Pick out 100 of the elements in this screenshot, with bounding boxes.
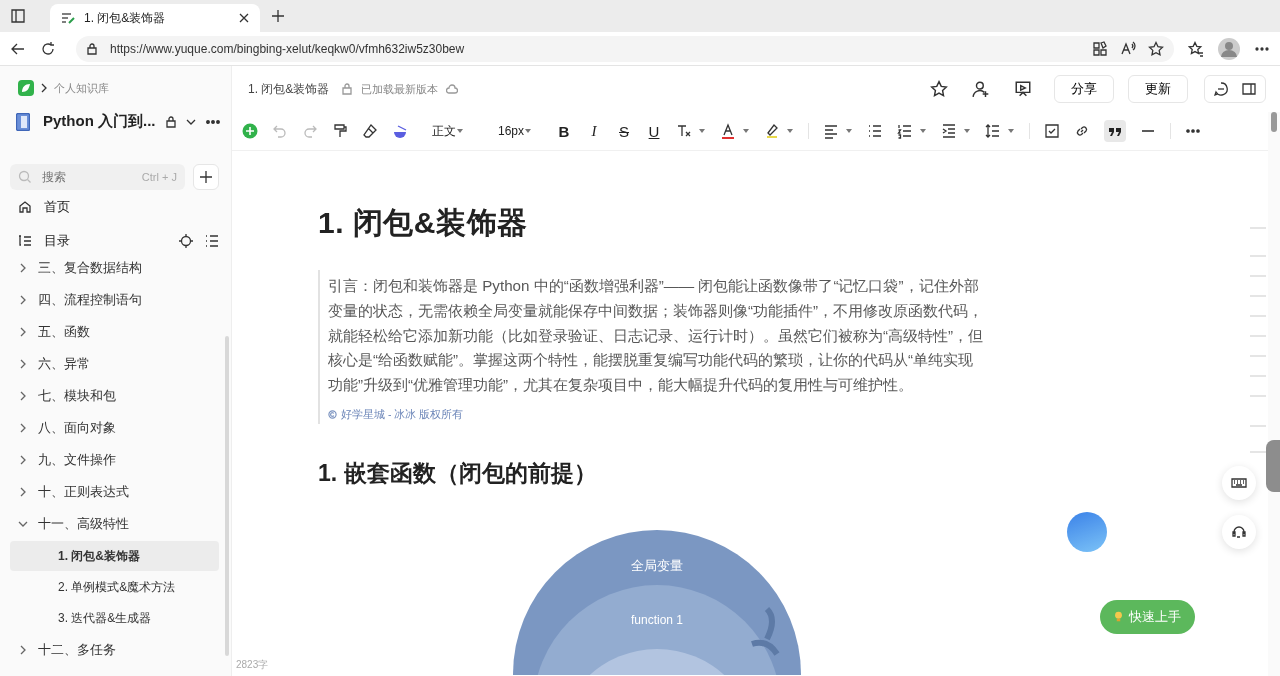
chevron-right-icon[interactable] xyxy=(18,645,28,655)
tree-item[interactable]: 十一、高级特性 xyxy=(10,508,219,540)
chevron-down-icon[interactable] xyxy=(18,519,28,529)
plus-icon xyxy=(199,170,213,184)
chevron-right-icon[interactable] xyxy=(18,359,28,369)
chevron-right-icon[interactable] xyxy=(18,295,28,305)
address-field[interactable]: https://www.yuque.com/bingbing-xelut/keqkw0/vfmh632iw5z30bew xyxy=(76,35,1174,62)
lock-icon xyxy=(86,42,98,55)
format-button[interactable]: S xyxy=(616,122,633,140)
copyright-caption: 好学星城 - 冰冰 版权所有 xyxy=(341,408,464,422)
outline-list-icon xyxy=(18,234,32,248)
intro-paragraph: 引言：闭包和装饰器是 Python 中的“函数增强利器”—— 闭包能让函数像带了“记忆口袋”，记住外部变量的状态，无需依赖全局变量就能保存中间数据；装饰器则像“功能插件”，不用修改原函数代码，就能轻松给它添加新功能（比如登录验证、日志记录、运行计时）。虽然它们被称为“高级特性”，但核心是“给函数赋能”。掌握这两个特性，能摆脱重复编写功能代码的繁琐，让你的代码从“单纯实现功能”升级到“优雅管理功能”，尤其在复杂项目中，能大幅提升代码的复用性与可维护性。 xyxy=(328,276,985,396)
browser-tab[interactable]: 1. 闭包&装饰器 xyxy=(50,4,260,32)
chevron-right-icon[interactable] xyxy=(18,391,28,401)
caret-icon xyxy=(456,127,464,135)
profile-avatar-icon[interactable] xyxy=(1218,37,1240,60)
home-icon xyxy=(18,200,32,214)
leaf-logo-icon xyxy=(18,80,34,96)
quote-button[interactable] xyxy=(1104,120,1127,142)
document-title: 1. 闭包&装饰器 xyxy=(248,80,330,98)
keyboard-shortcuts-button[interactable] xyxy=(1222,466,1256,500)
caret-icon xyxy=(524,127,533,135)
caret-icon[interactable] xyxy=(698,127,707,135)
insert-plus-icon[interactable] xyxy=(242,123,258,139)
support-button[interactable] xyxy=(1222,515,1256,549)
assistant-orb[interactable] xyxy=(1067,512,1107,552)
apps-icon[interactable] xyxy=(1092,40,1108,57)
breadcrumb-link[interactable]: 个人知识库 xyxy=(54,80,109,96)
search-icon xyxy=(18,170,32,184)
scrollbar-thumb[interactable] xyxy=(225,336,229,656)
search-input[interactable]: 搜索 xyxy=(40,169,134,185)
tree-item[interactable]: 四、流程控制语句 xyxy=(10,284,219,316)
collapse-list-icon[interactable] xyxy=(205,234,219,248)
eraser-icon[interactable] xyxy=(362,123,378,139)
header-button[interactable]: 分享 xyxy=(1054,75,1114,103)
section-heading: 1. 嵌套函数（闭包的前提） xyxy=(318,459,597,488)
caret-icon[interactable] xyxy=(963,127,972,135)
drawer-handle[interactable] xyxy=(1266,440,1280,492)
tab-strip-icon[interactable] xyxy=(10,8,26,24)
caret-icon[interactable] xyxy=(845,127,854,135)
lightbulb-icon xyxy=(1114,611,1123,623)
star-icon[interactable] xyxy=(930,80,948,98)
chevron-right-icon[interactable] xyxy=(18,455,28,465)
document-heading: 1. 闭包&装饰器 xyxy=(318,205,529,241)
format-button[interactable]: I xyxy=(586,122,603,140)
keyboard-icon xyxy=(1231,475,1247,491)
chevron-right-icon[interactable] xyxy=(18,423,28,433)
chevron-right-icon[interactable] xyxy=(18,327,28,337)
bullet-list-icon[interactable] xyxy=(867,123,884,139)
caret-icon[interactable] xyxy=(786,127,795,135)
align-left-icon[interactable] xyxy=(823,123,840,139)
nav-item[interactable]: 首页 xyxy=(10,190,219,224)
checkbox-icon[interactable] xyxy=(1044,123,1061,139)
tree-item[interactable]: 七、模块和包 xyxy=(10,380,219,412)
caret-icon[interactable] xyxy=(742,127,751,135)
add-button[interactable] xyxy=(193,164,219,190)
tree-item[interactable]: 五、函数 xyxy=(10,316,219,348)
header-button[interactable]: 更新 xyxy=(1128,75,1188,103)
paragraph-style-select[interactable]: 正文 xyxy=(432,122,464,140)
tree-item[interactable]: 八、面向对象 xyxy=(10,412,219,444)
indent-icon[interactable] xyxy=(941,123,958,139)
tab-title: 1. 闭包&装饰器 xyxy=(84,9,167,27)
font-color-icon[interactable] xyxy=(720,123,737,139)
numbered-list-icon[interactable] xyxy=(897,123,914,139)
caret-icon[interactable] xyxy=(1007,127,1016,135)
star-icon[interactable] xyxy=(1148,40,1164,57)
format-button[interactable]: B xyxy=(556,122,573,140)
read-aloud-icon[interactable] xyxy=(1120,40,1136,57)
headset-icon xyxy=(1231,524,1247,540)
url-text: https://www.yuque.com/bingbing-xelut/keqkw0/vfmh632iw5z30bew xyxy=(110,41,465,56)
chevron-right-icon[interactable] xyxy=(18,487,28,497)
format-painter-icon[interactable] xyxy=(332,123,348,139)
tree-item[interactable]: 3. 迭代器&生成器 xyxy=(10,603,219,633)
tree-item[interactable]: 2. 单例模式&魔术方法 xyxy=(10,572,219,602)
scrollbar-thumb[interactable] xyxy=(1271,112,1277,132)
tree-item[interactable]: 十二、多任务 xyxy=(10,634,219,666)
caret-icon[interactable] xyxy=(919,127,928,135)
tree-item[interactable]: 1. 闭包&装饰器 xyxy=(10,541,219,571)
tree-item[interactable]: 六、异常 xyxy=(10,348,219,380)
close-icon[interactable] xyxy=(238,12,250,24)
side-panel-icon[interactable] xyxy=(1241,81,1257,97)
tree-item[interactable]: 十、正则表达式 xyxy=(10,476,219,508)
book-icon xyxy=(16,112,30,131)
reload-icon[interactable] xyxy=(40,40,56,57)
locate-icon[interactable] xyxy=(179,234,193,248)
new-tab-icon[interactable] xyxy=(270,8,286,24)
presentation-icon[interactable] xyxy=(1014,80,1032,98)
tree-item[interactable]: 九、文件操作 xyxy=(10,444,219,476)
add-user-icon[interactable] xyxy=(972,80,990,98)
document-icon xyxy=(60,10,76,26)
diagram-label: 全局变量 xyxy=(630,557,684,575)
lock-icon xyxy=(164,115,177,128)
clear-format-icon[interactable] xyxy=(676,123,693,139)
chevron-right-icon[interactable] xyxy=(18,263,28,273)
line-height-icon[interactable] xyxy=(985,123,1002,139)
font-size-select[interactable]: 16px xyxy=(498,124,533,138)
format-button[interactable]: U xyxy=(646,122,663,140)
favorites-icon[interactable] xyxy=(1188,40,1204,57)
book-title[interactable]: Python 入门到... xyxy=(43,112,156,131)
lock-icon xyxy=(341,83,354,95)
